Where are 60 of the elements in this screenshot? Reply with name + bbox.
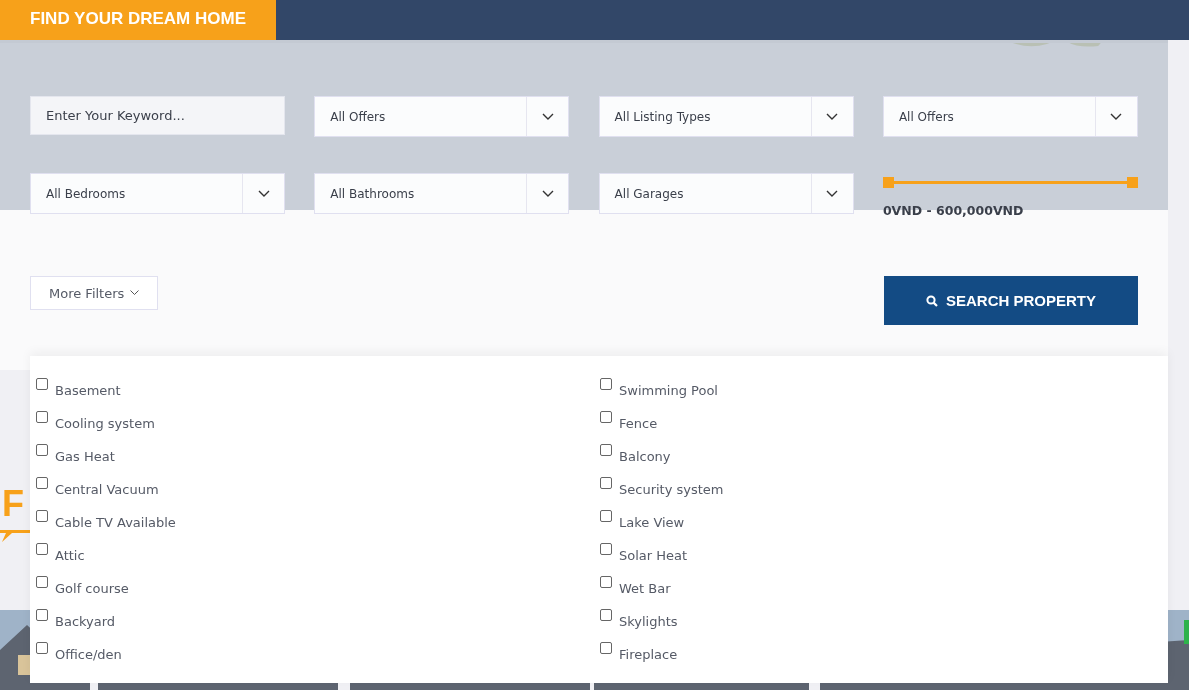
amenity-option[interactable]: Solar Heat [600, 539, 1168, 572]
section-heading: F [2, 484, 24, 524]
amenity-option[interactable]: Gas Heat [36, 440, 594, 473]
chevron-down-icon [541, 112, 554, 121]
amenity-option[interactable]: Lake View [600, 506, 1168, 539]
amenity-option[interactable]: Backyard [36, 605, 594, 638]
search-property-button[interactable]: SEARCH PROPERTY [884, 276, 1138, 325]
amenity-option[interactable]: Cooling system [36, 407, 594, 440]
amenity-option[interactable]: Wet Bar [600, 572, 1168, 605]
amenity-option[interactable]: Swimming Pool [600, 374, 1168, 407]
checkbox[interactable] [36, 510, 48, 522]
amenity-option[interactable]: Fence [600, 407, 1168, 440]
checkbox[interactable] [36, 543, 48, 555]
select-field[interactable]: All Offers [882, 96, 1138, 137]
select-field[interactable]: All Offers [314, 96, 570, 137]
chevron-down-icon [1110, 112, 1123, 121]
search-icon [926, 294, 938, 307]
amenity-option[interactable]: Basement [36, 374, 594, 407]
checkbox[interactable] [36, 642, 48, 654]
speech-tail-icon [0, 528, 30, 542]
slider-handle[interactable] [882, 177, 894, 188]
chevron-down-icon [826, 189, 839, 198]
amenity-option[interactable]: Balcony [600, 440, 1168, 473]
checkbox[interactable] [600, 477, 612, 489]
chevron-down-icon [826, 112, 839, 121]
more-filters-button[interactable]: More Filters [30, 276, 159, 310]
amenity-option[interactable]: Fireplace [600, 638, 1168, 671]
chevron-down-icon [541, 189, 554, 198]
select-field[interactable]: All Bedrooms [30, 173, 285, 214]
status-edge [1184, 620, 1189, 644]
checkbox[interactable] [36, 576, 48, 588]
checkbox[interactable] [600, 609, 612, 621]
checkbox[interactable] [600, 510, 612, 522]
price-range-label: 0VND - 600,000VND [882, 203, 1025, 218]
checkbox[interactable] [600, 411, 612, 423]
select-field[interactable]: All Listing Types [598, 96, 854, 137]
keyword-field[interactable]: Enter Your Keyword... [30, 96, 285, 135]
select-field[interactable]: All Bathrooms [314, 173, 570, 214]
amenity-option[interactable]: Cable TV Available [36, 506, 594, 539]
checkbox[interactable] [600, 642, 612, 654]
chevron-down-icon [257, 189, 270, 198]
amenity-option[interactable]: Skylights [600, 605, 1168, 638]
amenity-option[interactable]: Golf course [36, 572, 594, 605]
checkbox[interactable] [600, 378, 612, 390]
checkbox[interactable] [36, 609, 48, 621]
checkbox[interactable] [600, 444, 612, 456]
checkbox[interactable] [600, 576, 612, 588]
checkbox[interactable] [600, 543, 612, 555]
checkbox[interactable] [36, 411, 48, 423]
price-slider[interactable] [882, 177, 1138, 188]
checkbox[interactable] [36, 444, 48, 456]
chevron-down-icon [130, 290, 140, 296]
amenity-option[interactable]: Security system [600, 473, 1168, 506]
checkbox[interactable] [36, 477, 48, 489]
amenity-option[interactable]: Central Vacuum [36, 473, 594, 506]
checkbox[interactable] [36, 378, 48, 390]
select-field[interactable]: All Garages [598, 173, 854, 214]
slider-handle[interactable] [1126, 177, 1138, 188]
amenity-option[interactable]: Attic [36, 539, 594, 572]
amenity-option[interactable]: Office/den [36, 638, 594, 671]
